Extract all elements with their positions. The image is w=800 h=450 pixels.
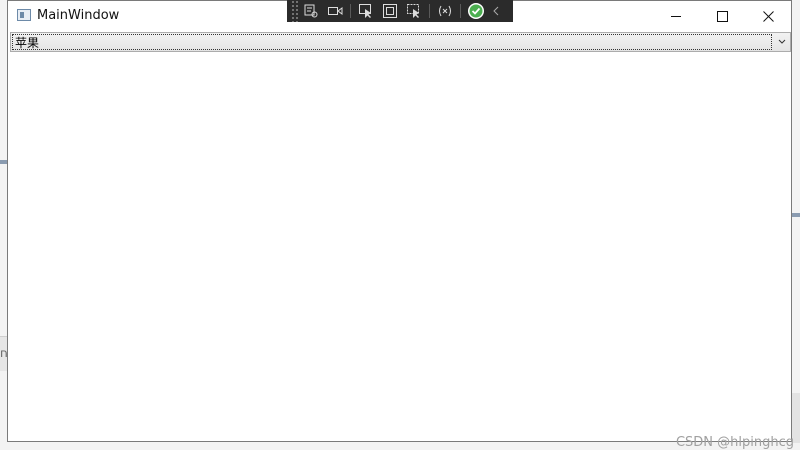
go-to-live-visual-tree-button[interactable] xyxy=(299,0,323,22)
binding-icon xyxy=(439,5,451,17)
toolbar-separator xyxy=(460,4,461,18)
app-icon[interactable] xyxy=(17,9,31,21)
watermark-text: CSDN @hlpinghcg xyxy=(675,435,794,450)
chevron-down-icon[interactable] xyxy=(777,38,787,46)
chevron-left-icon xyxy=(493,6,499,16)
select-element-icon xyxy=(359,4,371,18)
focus-rectangle xyxy=(12,34,772,50)
toolbar-grip[interactable] xyxy=(291,0,299,22)
binding-failures-button[interactable] xyxy=(433,0,457,22)
video-camera-icon xyxy=(328,7,343,15)
display-layout-adorners-button[interactable] xyxy=(378,0,402,22)
maximize-icon xyxy=(716,10,728,22)
background-window-edge xyxy=(792,213,800,217)
hot-reload-status-button[interactable] xyxy=(464,0,488,22)
live-visual-tree-icon xyxy=(304,4,318,18)
close-icon xyxy=(762,10,774,22)
minimize-button[interactable] xyxy=(653,1,699,31)
collapse-toolbar-button[interactable] xyxy=(488,0,504,22)
track-focused-element-button[interactable] xyxy=(402,0,426,22)
close-button[interactable] xyxy=(745,1,791,31)
window-title: MainWindow xyxy=(37,8,120,23)
combobox-selected-value: 苹果 xyxy=(15,36,40,50)
minimize-icon xyxy=(670,15,681,17)
maximize-button[interactable] xyxy=(699,1,745,31)
layout-adorner-icon xyxy=(383,4,397,18)
track-focus-icon xyxy=(407,4,419,18)
fruit-combobox[interactable]: 苹果 xyxy=(10,32,791,52)
show-in-app-toolbar-button[interactable] xyxy=(323,0,347,22)
window-content-area xyxy=(8,53,791,441)
select-element-button[interactable] xyxy=(354,0,378,22)
toolbar-separator xyxy=(429,4,430,18)
main-window: MainWindow 苹果 xyxy=(7,0,792,442)
toolbar-separator xyxy=(350,4,351,18)
check-circle-icon xyxy=(468,3,484,19)
xaml-debug-toolbar xyxy=(287,0,513,22)
